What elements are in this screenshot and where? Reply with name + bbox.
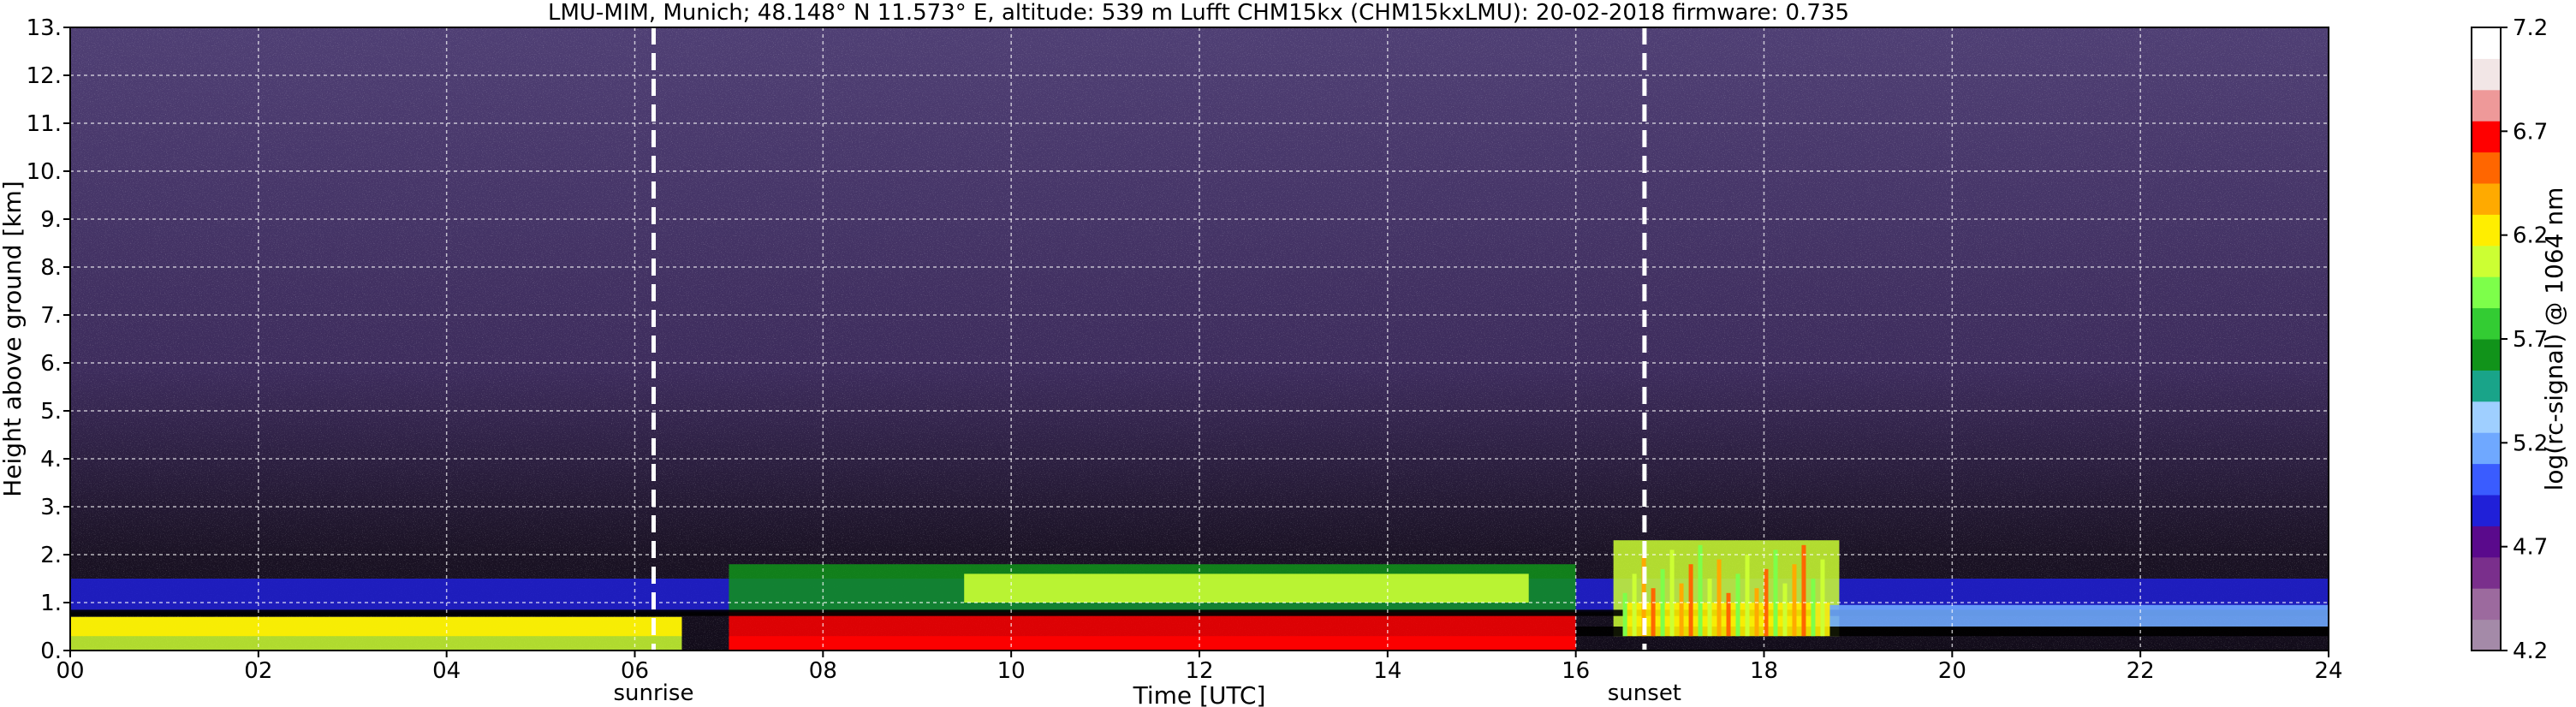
cloud-spike-17 <box>1782 583 1788 637</box>
cloud-spike-1 <box>1632 573 1637 637</box>
x-tick-label: 20 <box>1938 658 1966 684</box>
colorbar-segment <box>2472 401 2501 433</box>
colorbar-segment <box>2472 307 2501 340</box>
y-tick-label: 5. <box>40 399 62 425</box>
colorbar-segment <box>2472 245 2501 277</box>
colorbar-segment <box>2472 588 2501 621</box>
colorbar-segment <box>2472 556 2501 589</box>
x-tick-label: 04 <box>432 658 461 684</box>
cloud-spike-19 <box>1801 544 1806 637</box>
x-tick-label: 24 <box>2314 658 2342 684</box>
layer-detail-3 <box>964 573 1529 603</box>
cloud-spike-6 <box>1679 583 1684 637</box>
colorbar-segment <box>2472 89 2501 122</box>
colorbar: 4.24.75.25.76.26.77.2log(rc-signal) @ 10… <box>2471 15 2568 664</box>
layer-detail-2 <box>729 636 1576 651</box>
chart: LMU-MIM, Munich; 48.148° N 11.573° E, al… <box>0 0 2576 707</box>
colorbar-segment <box>2472 58 2501 91</box>
cloud-spike-21 <box>1820 559 1825 637</box>
colorbar-segment <box>2472 152 2501 184</box>
y-tick-label: 10. <box>27 159 62 185</box>
y-tick-label: 13. <box>27 15 62 41</box>
colorbar-segment <box>2472 619 2501 651</box>
colorbar-segment <box>2472 276 2501 309</box>
colorbar-tick-label: 7.2 <box>2513 15 2548 41</box>
x-tick-label: 22 <box>2127 658 2155 684</box>
x-tick-label: 12 <box>1185 658 1213 684</box>
y-tick-label: 8. <box>40 255 62 281</box>
y-tick-label: 7. <box>40 303 62 329</box>
x-tick-label: 06 <box>621 658 649 684</box>
colorbar-segment <box>2472 526 2501 558</box>
colorbar-label: log(rc-signal) @ 1064 nm <box>2540 187 2568 491</box>
colorbar-segment <box>2472 183 2501 215</box>
colorbar-tick-label: 6.7 <box>2513 119 2548 145</box>
x-tick-label: 16 <box>1562 658 1590 684</box>
y-tick-label: 1. <box>40 591 62 616</box>
cloud-spike-20 <box>1811 579 1816 637</box>
colorbar-segment <box>2472 214 2501 247</box>
cloud-spike-3 <box>1651 588 1656 637</box>
cloud-spike-16 <box>1773 550 1778 637</box>
y-tick-label: 4. <box>40 447 62 472</box>
y-axis-label: Height above ground [km] <box>0 181 27 497</box>
colorbar-segment <box>2472 495 2501 526</box>
colorbar-segment <box>2472 339 2501 371</box>
cloud-spike-11 <box>1726 592 1731 637</box>
colorbar-segment <box>2472 370 2501 402</box>
cloud-spike-13 <box>1745 555 1750 637</box>
colorbar-tick-label: 4.2 <box>2513 639 2548 664</box>
cloud-spike-5 <box>1669 550 1675 637</box>
cloud-spike-8 <box>1698 544 1703 637</box>
colorbar-segment <box>2472 121 2501 153</box>
y-tick-label: 11. <box>27 111 62 137</box>
y-tick-label: 0. <box>40 639 62 664</box>
chart-svg: sunrise sunset00 02 04 06 08 10 12 14 16 18 20 22 240… <box>0 15 2568 707</box>
y-tick-label: 2. <box>40 543 62 568</box>
cloud-spike-7 <box>1688 564 1693 637</box>
cloud-spike-0 <box>1622 592 1627 637</box>
x-tick-label: 18 <box>1750 658 1778 684</box>
x-tick-label: 08 <box>809 658 837 684</box>
x-tick-label: 02 <box>244 658 272 684</box>
colorbar-segment <box>2472 27 2501 59</box>
cloud-spike-12 <box>1735 573 1740 637</box>
y-tick-label: 12. <box>27 63 62 89</box>
layer-detail-1 <box>70 616 682 637</box>
cloud-spike-10 <box>1716 559 1722 637</box>
y-tick-label: 9. <box>40 207 62 233</box>
sunrise-label: sunrise <box>613 680 693 706</box>
cloud-spike-14 <box>1754 588 1759 637</box>
x-tick-label: 14 <box>1373 658 1401 684</box>
cloud-spike-9 <box>1707 579 1712 637</box>
y-tick-label: 3. <box>40 495 62 520</box>
layer-detail-5 <box>1811 604 2329 627</box>
cloud-spike-18 <box>1792 564 1797 637</box>
x-axis-label: Time [UTC] <box>1133 681 1266 707</box>
sunset-label: sunset <box>1608 680 1681 706</box>
x-tick-label: 10 <box>997 658 1026 684</box>
y-tick-label: 6. <box>40 351 62 377</box>
colorbar-segment <box>2472 432 2501 465</box>
colorbar-segment <box>2472 463 2501 496</box>
colorbar-tick-label: 4.7 <box>2513 535 2548 561</box>
